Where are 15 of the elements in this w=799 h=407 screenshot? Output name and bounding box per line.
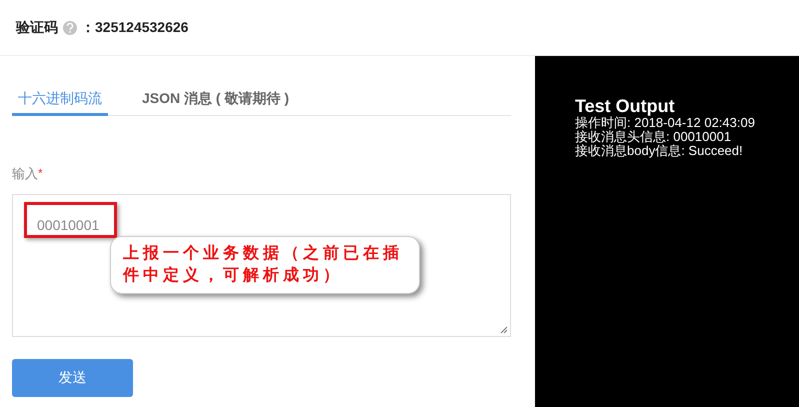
input-label: 输入 <box>12 165 38 183</box>
input-value: 00010001 <box>37 216 100 234</box>
output-title: Test Output <box>575 96 676 116</box>
output-line: 操作时间: 2018-04-12 02:43:09 <box>575 116 756 130</box>
tab[interactable]: JSON 消息 ( 敬请期待 ) <box>136 88 296 116</box>
required-mark: * <box>38 165 43 182</box>
tab[interactable]: 十六进制码流 <box>12 88 108 116</box>
separator: ： <box>81 18 95 37</box>
callout-note: 上报一个业务数据（之前已在插件中定义，可解析成功） <box>110 236 420 294</box>
resize-handle-icon[interactable] <box>500 326 508 334</box>
output-line: 接收消息头信息: 00010001 <box>575 130 732 144</box>
captcha-label: 验证码 <box>16 18 58 37</box>
captcha-code: 325124532626 <box>95 18 188 37</box>
send-button[interactable]: 发送 <box>12 358 133 396</box>
output-line: 接收消息body信息: Succeed! <box>575 144 744 158</box>
